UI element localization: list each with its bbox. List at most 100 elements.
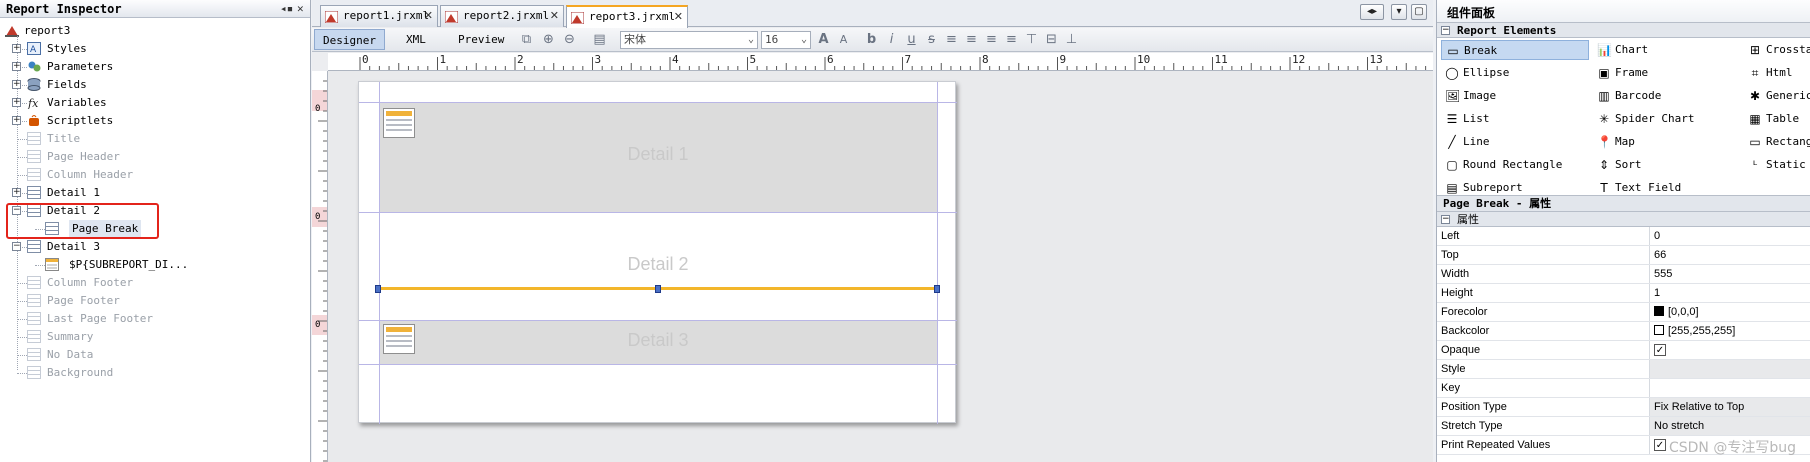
tree-node-detail-3[interactable]: − Detail 3: [0, 238, 310, 256]
tree-node-column-footer[interactable]: Column Footer: [0, 274, 310, 292]
palette-item-crosstab[interactable]: ⊞ Crosstab: [1744, 40, 1810, 60]
palette-item-generic[interactable]: ✱ Generic: [1744, 86, 1810, 106]
decrease-font-icon[interactable]: A: [836, 32, 851, 47]
checkbox-checked-icon[interactable]: ✓: [1654, 439, 1666, 451]
expand-icon[interactable]: +: [12, 44, 21, 53]
property-value-left[interactable]: 0: [1649, 227, 1810, 245]
tree-node-summary[interactable]: Summary: [0, 328, 310, 346]
designer-mode-button[interactable]: Designer: [314, 29, 385, 50]
scroll-tabs-icon[interactable]: ◂▸: [1360, 4, 1384, 20]
property-value-width[interactable]: 555: [1649, 265, 1810, 283]
font-size-select[interactable]: 16 ⌄: [761, 31, 811, 49]
properties-section[interactable]: − 属性: [1437, 211, 1810, 227]
palette-item-list[interactable]: ☰ List: [1441, 109, 1589, 129]
maximize-icon[interactable]: ▢: [1411, 4, 1427, 20]
palette-item-round-rectangle[interactable]: ▢ Round Rectangle: [1441, 155, 1589, 175]
underline-icon[interactable]: u: [904, 32, 919, 47]
detail-1-band[interactable]: Detail 1: [379, 102, 937, 212]
zoom-in-icon[interactable]: ⊕: [541, 32, 556, 47]
align-center-icon[interactable]: ≡: [964, 32, 979, 47]
palette-item-table[interactable]: ▦ Table: [1744, 109, 1810, 129]
expand-icon[interactable]: +: [12, 62, 21, 71]
tree-node-page-footer[interactable]: Page Footer: [0, 292, 310, 310]
font-name-select[interactable]: 宋体 ⌄: [620, 31, 758, 49]
align-left-icon[interactable]: ≡: [944, 32, 959, 47]
property-value-forecolor[interactable]: [0,0,0]: [1649, 303, 1810, 321]
tree-node-variables[interactable]: + fx Variables: [0, 94, 310, 112]
property-value-top[interactable]: 66: [1649, 246, 1810, 264]
italic-icon[interactable]: i: [884, 32, 899, 47]
collapse-icon[interactable]: −: [1441, 26, 1450, 35]
palette-item-ellipse[interactable]: ◯ Ellipse: [1441, 63, 1589, 83]
design-canvas[interactable]: Detail 1 Detail 2 Detail 3: [328, 71, 1433, 462]
subreport-element-icon[interactable]: [383, 108, 415, 138]
report-elements-category[interactable]: − Report Elements: [1437, 22, 1810, 38]
detail-2-band[interactable]: Detail 2: [379, 212, 937, 320]
property-value-stretch-type[interactable]: No stretch: [1649, 417, 1810, 435]
property-value-style[interactable]: [1649, 360, 1810, 378]
palette-item-frame[interactable]: ▣ Frame: [1593, 63, 1741, 83]
expand-icon[interactable]: +: [12, 98, 21, 107]
close-panel-icon[interactable]: ✕: [297, 0, 304, 18]
property-value-position-type[interactable]: Fix Relative to Top: [1649, 398, 1810, 416]
close-tab-icon[interactable]: ✕: [424, 6, 433, 26]
subreport-element-icon[interactable]: [383, 324, 415, 354]
expand-icon[interactable]: +: [12, 188, 21, 197]
tree-node-scriptlets[interactable]: + Scriptlets: [0, 112, 310, 130]
checkbox-checked-icon[interactable]: ✓: [1654, 344, 1666, 356]
property-value-opaque[interactable]: ✓: [1649, 341, 1810, 359]
report-page[interactable]: Detail 1 Detail 2 Detail 3: [358, 81, 957, 424]
collapse-icon[interactable]: −: [12, 242, 21, 251]
palette-item-chart[interactable]: 📊 Chart: [1593, 40, 1741, 60]
selection-handle[interactable]: [655, 285, 661, 293]
minimize-panel-icon[interactable]: ◂▪: [280, 0, 293, 18]
palette-item-map[interactable]: 📍 Map: [1593, 132, 1741, 152]
palette-item-subreport[interactable]: ▤ Subreport: [1441, 178, 1589, 198]
expand-icon[interactable]: +: [12, 116, 21, 125]
xml-mode-button[interactable]: XML: [398, 29, 434, 50]
preview-mode-button[interactable]: Preview: [450, 29, 512, 50]
tab-list-dropdown-icon[interactable]: ▾: [1391, 4, 1407, 20]
tree-node-fields[interactable]: + Fields: [0, 76, 310, 94]
color-swatch[interactable]: [1654, 325, 1664, 335]
selection-handle[interactable]: [375, 285, 381, 293]
close-tab-icon[interactable]: ✕: [674, 7, 683, 27]
palette-item-barcode[interactable]: ▥ Barcode: [1593, 86, 1741, 106]
tab-report2[interactable]: report2.jrxml ✕: [440, 5, 564, 27]
strikethrough-icon[interactable]: s: [924, 32, 939, 47]
tree-node-no-data[interactable]: No Data: [0, 346, 310, 364]
palette-item-text-field[interactable]: T Text Field: [1593, 178, 1741, 198]
selection-handle[interactable]: [934, 285, 940, 293]
collapse-icon[interactable]: −: [1441, 215, 1450, 224]
align-middle-icon[interactable]: ⊟: [1044, 32, 1059, 47]
zoom-fit-icon[interactable]: ⧉: [519, 32, 534, 47]
palette-item-break[interactable]: ▭ Break: [1441, 40, 1589, 60]
property-value-key[interactable]: [1649, 379, 1810, 397]
expand-icon[interactable]: +: [12, 80, 21, 89]
palette-item-spider-chart[interactable]: ✳ Spider Chart: [1593, 109, 1741, 129]
tree-node-styles[interactable]: + A Styles: [0, 40, 310, 58]
tree-node-p-subreport-di[interactable]: $P{SUBREPORT_DI...: [0, 256, 310, 274]
align-top-icon[interactable]: ⊤: [1024, 32, 1039, 47]
zoom-out-icon[interactable]: ⊖: [562, 32, 577, 47]
property-value-backcolor[interactable]: [255,255,255]: [1649, 322, 1810, 340]
align-justify-icon[interactable]: ≡: [1004, 32, 1019, 47]
tree-node-detail-1[interactable]: + Detail 1: [0, 184, 310, 202]
tree-node-column-header[interactable]: Column Header: [0, 166, 310, 184]
tree-node-title[interactable]: Title: [0, 130, 310, 148]
close-tab-icon[interactable]: ✕: [550, 6, 559, 26]
property-value-height[interactable]: 1: [1649, 284, 1810, 302]
palette-item-rectangle[interactable]: ▭ Rectangle: [1744, 132, 1810, 152]
align-bottom-icon[interactable]: ⊥: [1064, 32, 1079, 47]
report-settings-icon[interactable]: ▤: [592, 32, 607, 47]
tree-node-parameters[interactable]: + Parameters: [0, 58, 310, 76]
tree-node-page-header[interactable]: Page Header: [0, 148, 310, 166]
tab-report3[interactable]: report3.jrxml ✕: [566, 5, 688, 28]
tree-node-last-page-footer[interactable]: Last Page Footer: [0, 310, 310, 328]
align-right-icon[interactable]: ≡: [984, 32, 999, 47]
palette-item-sort[interactable]: ⇕ Sort: [1593, 155, 1741, 175]
palette-item-html[interactable]: ⌗ Html: [1744, 63, 1810, 83]
increase-font-icon[interactable]: A: [816, 32, 831, 47]
palette-item-static[interactable]: ᴸ Static: [1744, 155, 1810, 175]
tree-node-background[interactable]: Background: [0, 364, 310, 382]
